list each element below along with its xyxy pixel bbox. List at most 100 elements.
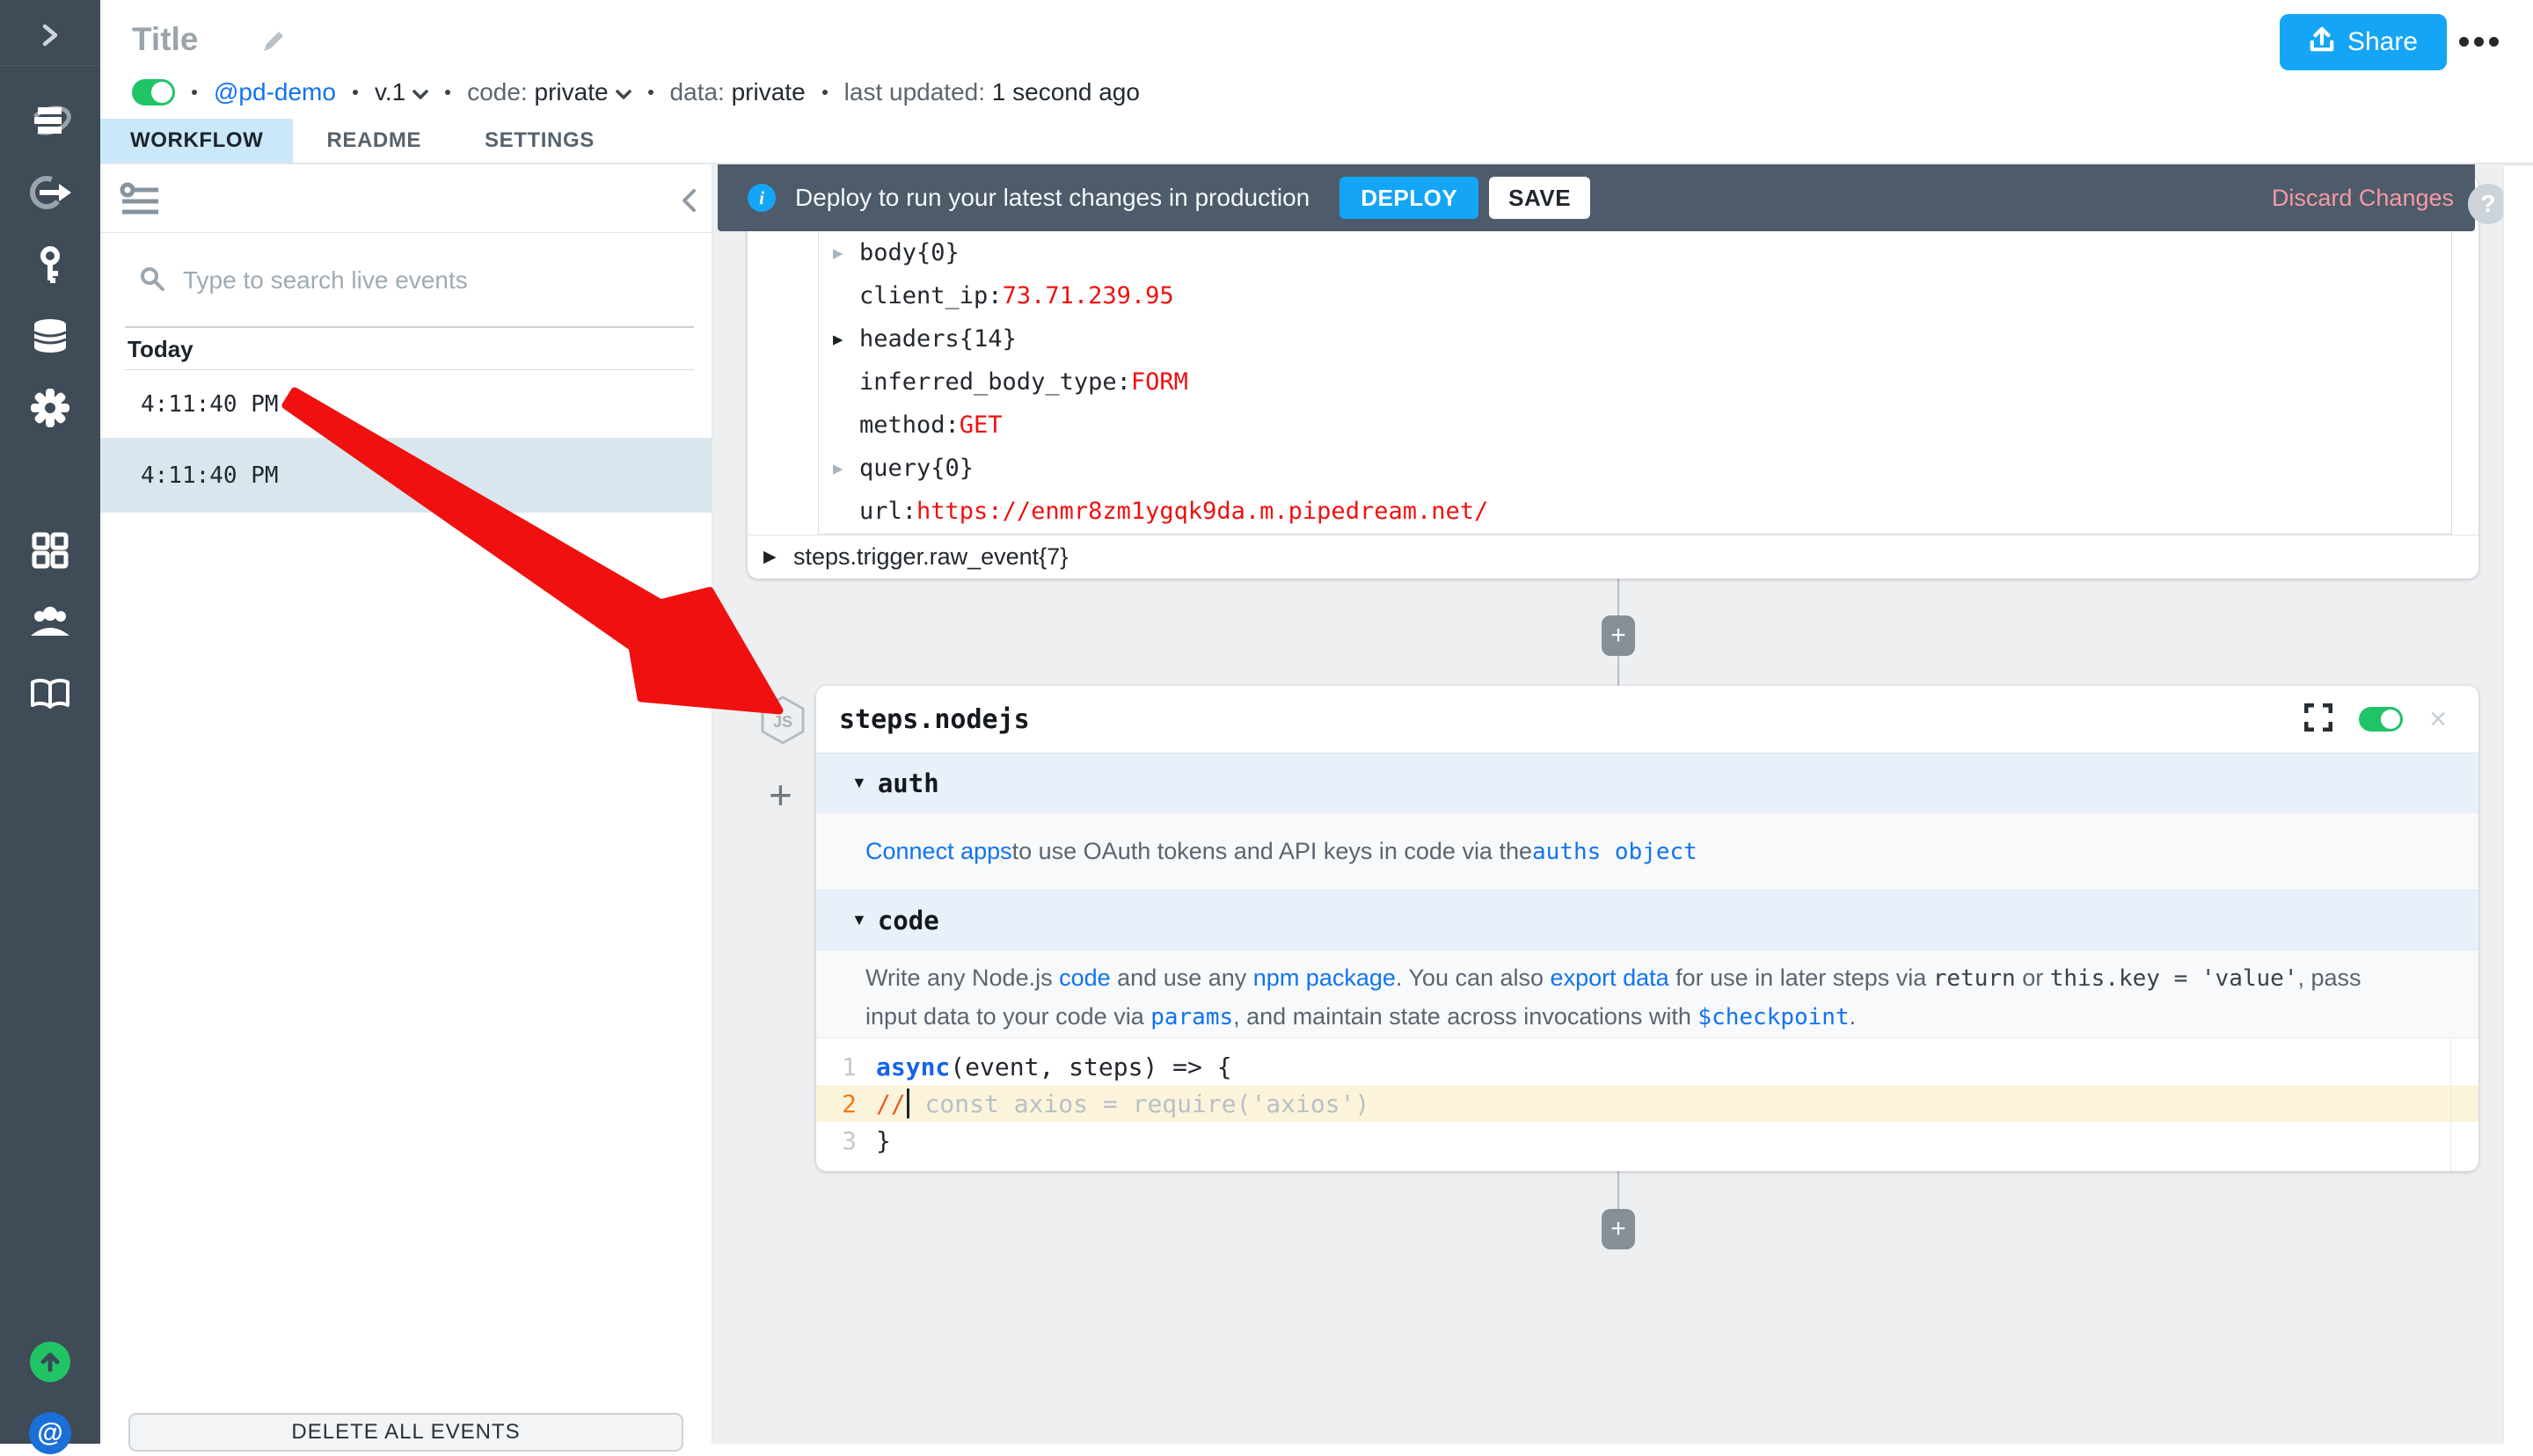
add-step-button[interactable]: + [1602, 1209, 1635, 1249]
inline-text: . You can also [1396, 965, 1551, 991]
inline-link[interactable]: Connect apps [865, 838, 1012, 865]
delete-all-events-button[interactable]: DELETE ALL EVENTS [128, 1413, 683, 1452]
tab-readme[interactable]: README [296, 119, 451, 163]
deploy-banner: i Deploy to run your latest changes in p… [718, 164, 2475, 231]
pipedream-logo-icon[interactable] [0, 98, 100, 143]
discard-changes-link[interactable]: Discard Changes [2272, 185, 2454, 212]
tree-key: query [859, 455, 931, 482]
tree-row[interactable]: ▶headers {14} [819, 317, 2451, 360]
chevron-down-icon [412, 78, 428, 106]
inline-link[interactable]: code [1059, 965, 1111, 991]
close-step-icon[interactable]: × [2429, 704, 2447, 734]
inline-text: to use OAuth tokens and API keys in code… [1012, 838, 1532, 865]
code-section-header[interactable]: ▼ code [816, 890, 2478, 950]
auth-section-body: Connect apps to use OAuth tokens and API… [816, 812, 2478, 890]
workflow-tabs: WORKFLOWREADMESETTINGS [100, 119, 628, 163]
inline-text: for use in later steps via [1669, 965, 1933, 991]
event-timestamp: 4:11:40 PM [141, 391, 279, 418]
nodejs-step-header: steps.nodejs × [816, 686, 2478, 753]
event-search-row [100, 233, 712, 328]
code-visibility-dropdown[interactable]: code: private [467, 78, 631, 106]
app-sidebar: @ [0, 0, 100, 1444]
keys-icon[interactable] [0, 242, 100, 288]
upgrade-arrow-icon[interactable] [0, 1339, 100, 1385]
search-input[interactable] [183, 266, 658, 295]
editor-line[interactable]: 1async (event, steps) => { [816, 1048, 2478, 1085]
tree-key: client_ip: [859, 282, 1003, 309]
raw-event-count: {7} [1039, 543, 1068, 571]
scrollbar-track[interactable] [2503, 166, 2533, 1444]
edit-title-pencil-icon[interactable] [260, 28, 287, 59]
editor-line[interactable]: 2// const axios = require('axios') [816, 1085, 2478, 1122]
code-section-body: Write any Node.js code and use any npm p… [816, 950, 2478, 1037]
events-panel-toolbar [100, 164, 712, 233]
tree-row: method: GET [819, 404, 2451, 447]
workspace-link[interactable]: @pd-demo [214, 78, 336, 106]
tree-count: {0} [916, 239, 960, 266]
nodejs-step-card: steps.nodejs × ▼ auth Connect apps to us… [816, 686, 2478, 1171]
tab-workflow[interactable]: WORKFLOW [100, 119, 293, 163]
tree-row[interactable]: ▶body {0} [819, 231, 2451, 274]
workflow-active-toggle[interactable] [132, 79, 175, 106]
step-enabled-toggle[interactable] [2359, 707, 2403, 732]
code-editor[interactable]: 1async (event, steps) => {2// const axio… [816, 1037, 2478, 1171]
raw-event-row[interactable]: ▶ steps.trigger.raw_event {7} [748, 535, 2478, 579]
expand-chevron-icon[interactable] [0, 12, 100, 58]
line-number: 1 [816, 1052, 857, 1081]
inline-link[interactable]: npm package [1253, 965, 1396, 991]
settings-gear-icon[interactable] [0, 385, 100, 431]
tree-row: client_ip: 73.71.239.95 [819, 274, 2451, 317]
tree-key: inferred_body_type: [859, 368, 1131, 396]
code-token: async [876, 1052, 950, 1081]
docs-book-icon[interactable] [0, 671, 100, 717]
inline-text: Write any Node.js [865, 965, 1059, 991]
inline-link[interactable]: params [1150, 1004, 1233, 1030]
tree-row[interactable]: ▶query {0} [819, 447, 2451, 490]
save-button[interactable]: SAVE [1489, 177, 1590, 219]
event-sources-icon[interactable] [0, 170, 100, 215]
tree-key: method: [859, 411, 960, 439]
user-at-icon[interactable]: @ [0, 1410, 100, 1456]
inline-text: or [2016, 965, 2050, 991]
events-panel: Today 4:11:40 PM4:11:40 PM DELETE ALL EV… [100, 164, 712, 1444]
separator-dot [648, 90, 653, 95]
svg-text:JS: JS [773, 713, 792, 731]
expand-arrow-icon: ▶ [833, 330, 859, 349]
add-step-inline-button[interactable]: + [769, 771, 792, 819]
editor-line[interactable]: 3} [816, 1122, 2478, 1159]
deploy-button[interactable]: DEPLOY [1339, 177, 1478, 219]
tab-settings[interactable]: SETTINGS [455, 119, 624, 163]
inline-text: , and maintain state across invocations … [1233, 1003, 1697, 1030]
collapse-panel-icon[interactable] [680, 187, 697, 218]
triangle-down-icon: ▼ [851, 911, 867, 929]
event-json-tree: ▶body {0}client_ip: 73.71.239.95▶headers… [818, 231, 2452, 535]
inline-link[interactable]: $checkpoint [1697, 1004, 1849, 1030]
tree-key: headers [859, 325, 960, 353]
event-list-item[interactable]: 4:11:40 PM [100, 438, 712, 513]
apps-grid-icon[interactable] [0, 528, 100, 573]
auth-section-header[interactable]: ▼ auth [816, 753, 2478, 812]
tree-key: url: [859, 498, 916, 525]
nodejs-step-icon: JS [760, 695, 806, 750]
fullscreen-icon[interactable] [2304, 703, 2332, 736]
add-step-button[interactable]: + [1602, 615, 1635, 656]
filter-list-icon[interactable] [120, 182, 160, 222]
code-section-label: code [878, 906, 939, 935]
share-upload-icon [2309, 25, 2335, 60]
data-stores-icon[interactable] [0, 313, 100, 359]
version-dropdown[interactable]: v.1 [375, 78, 428, 106]
raw-event-key: steps.trigger.raw_event [793, 543, 1039, 571]
more-options-icon[interactable] [2459, 37, 2499, 47]
separator-dot [192, 90, 197, 95]
community-icon[interactable] [0, 599, 100, 644]
event-list-item[interactable]: 4:11:40 PM [100, 370, 712, 438]
share-button[interactable]: Share [2280, 14, 2447, 70]
tree-count: {0} [931, 455, 974, 482]
tree-row: url: https://enmr8zm1ygqk9da.m.pipedream… [819, 490, 2451, 533]
separator-dot [822, 90, 828, 95]
inline-text: this.key = 'value' [2050, 965, 2298, 992]
expand-arrow-icon: ▶ [833, 244, 859, 263]
inline-link[interactable]: auths object [1532, 839, 1697, 865]
inline-link[interactable]: export data [1551, 965, 1669, 991]
chevron-down-icon [616, 78, 631, 106]
